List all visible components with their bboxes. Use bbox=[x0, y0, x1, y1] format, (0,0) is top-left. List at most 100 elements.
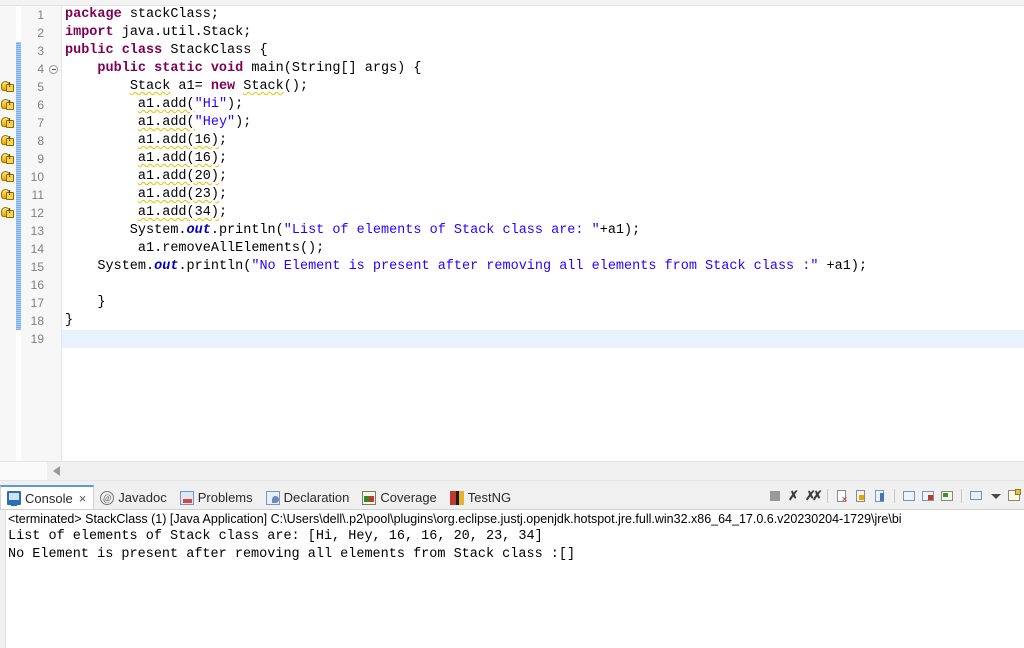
code-token: java.util.Stack; bbox=[121, 25, 252, 40]
tab-close-icon[interactable]: × bbox=[79, 491, 87, 506]
code-line[interactable]: System.out.println("No Element is presen… bbox=[62, 258, 1024, 276]
java-editor[interactable]: 12345678910111213141516171819 package st… bbox=[0, 0, 1024, 487]
line-number: 19 bbox=[30, 332, 44, 346]
scrollbar-track[interactable] bbox=[47, 462, 1024, 480]
code-line[interactable]: Stack a1= new Stack(); bbox=[62, 78, 1024, 96]
code-token: .println( bbox=[210, 223, 284, 238]
code-line[interactable]: System.out.println("List of elements of … bbox=[62, 222, 1024, 240]
new-console-view-button[interactable] bbox=[1006, 488, 1022, 504]
tab-console[interactable]: Console × bbox=[0, 485, 95, 509]
code-token: "No Element is present after removing al… bbox=[251, 259, 819, 274]
code-line[interactable]: public class StackClass { bbox=[62, 42, 1024, 60]
scroll-lock-button[interactable] bbox=[853, 488, 869, 504]
code-line[interactable]: package stackClass; bbox=[62, 6, 1024, 24]
tab-coverage[interactable]: Coverage bbox=[356, 486, 443, 509]
code-token: .println( bbox=[178, 259, 252, 274]
warning-marker-icon[interactable] bbox=[1, 170, 15, 184]
show-console-on-output-button[interactable] bbox=[920, 488, 936, 504]
code-token: ; bbox=[218, 187, 228, 202]
scroll-left-arrow-icon[interactable] bbox=[53, 466, 60, 476]
warning-marker-icon[interactable] bbox=[1, 98, 15, 112]
code-line[interactable]: a1.add(23); bbox=[62, 186, 1024, 204]
testng-icon bbox=[449, 490, 464, 505]
folding-ruler[interactable] bbox=[47, 6, 62, 461]
code-line[interactable] bbox=[62, 330, 1024, 348]
warning-marker-icon[interactable] bbox=[1, 134, 15, 148]
console-view: Console × @ Javadoc Problems Declaration Cover… bbox=[0, 484, 1024, 648]
line-number: 2 bbox=[37, 26, 44, 40]
line-number: 13 bbox=[30, 224, 44, 238]
code-token: +a1); bbox=[599, 223, 641, 238]
warning-marker-icon[interactable] bbox=[1, 116, 15, 130]
code-line[interactable]: a1.add(20); bbox=[62, 168, 1024, 186]
editor-horizontal-scrollbar[interactable] bbox=[0, 461, 1024, 480]
tab-label: Declaration bbox=[283, 490, 350, 505]
console-toolbar[interactable]: ✗ ✗✗ bbox=[767, 488, 1022, 504]
scrollbar-gutter-pad bbox=[0, 462, 47, 480]
clear-console-button[interactable] bbox=[834, 488, 850, 504]
code-token: StackClass { bbox=[170, 43, 268, 58]
code-token: new bbox=[210, 79, 244, 94]
console-icon bbox=[7, 491, 21, 506]
code-line[interactable]: a1.add(34); bbox=[62, 204, 1024, 222]
view-tab-bar[interactable]: Console × @ Javadoc Problems Declaration Cover… bbox=[0, 485, 1024, 509]
view-menu-button[interactable] bbox=[968, 488, 984, 504]
code-token: import bbox=[65, 25, 122, 40]
console-output-panel[interactable]: <terminated> StackClass (1) [Java Applic… bbox=[0, 509, 1024, 648]
tab-testng[interactable]: TestNG bbox=[444, 486, 518, 509]
tab-label: Problems bbox=[197, 490, 253, 505]
annotation-ruler[interactable] bbox=[0, 6, 16, 461]
view-menu-dropdown[interactable] bbox=[987, 488, 1003, 504]
editor-body[interactable]: 12345678910111213141516171819 package st… bbox=[0, 6, 1024, 461]
terminate-button[interactable] bbox=[767, 488, 783, 504]
code-token: a1.add(34) bbox=[137, 205, 219, 220]
code-line[interactable]: public static void main(String[] args) { bbox=[62, 60, 1024, 78]
remove-launch-button[interactable]: ✗ bbox=[786, 488, 802, 504]
code-token: public class bbox=[65, 43, 171, 58]
change-bar-ruler bbox=[16, 6, 21, 461]
declaration-icon bbox=[265, 490, 280, 505]
warning-marker-icon[interactable] bbox=[1, 206, 15, 220]
tab-declaration[interactable]: Declaration bbox=[260, 486, 357, 509]
line-number: 5 bbox=[37, 80, 44, 94]
code-line[interactable]: a1.add("Hey"); bbox=[62, 114, 1024, 132]
console-output-line: List of elements of Stack class are: [Hi… bbox=[8, 529, 543, 544]
code-line[interactable]: import java.util.Stack; bbox=[62, 24, 1024, 42]
tab-problems[interactable]: Problems bbox=[174, 486, 260, 509]
code-line[interactable]: } bbox=[62, 294, 1024, 312]
tab-javadoc[interactable]: @ Javadoc bbox=[94, 486, 173, 509]
code-token: out bbox=[154, 259, 179, 274]
code-line[interactable]: a1.removeAllElements(); bbox=[62, 240, 1024, 258]
code-line[interactable]: } bbox=[62, 312, 1024, 330]
view-tabs[interactable]: Console × @ Javadoc Problems Declaration Cover… bbox=[0, 485, 518, 509]
code-area[interactable]: package stackClass; import java.util.Stac… bbox=[62, 6, 1024, 461]
eclipse-ide-window: 12345678910111213141516171819 package st… bbox=[0, 0, 1024, 648]
console-output-line: No Element is present after removing all… bbox=[8, 547, 576, 562]
code-line[interactable]: a1.add(16); bbox=[62, 150, 1024, 168]
change-bar-segment bbox=[16, 42, 21, 330]
code-line[interactable] bbox=[62, 276, 1024, 294]
warning-marker-icon[interactable] bbox=[1, 80, 15, 94]
code-token: package bbox=[65, 7, 130, 22]
warning-marker-icon[interactable] bbox=[1, 152, 15, 166]
code-line[interactable]: a1.add("Hi"); bbox=[62, 96, 1024, 114]
remove-all-terminated-button[interactable]: ✗✗ bbox=[805, 488, 823, 504]
fold-collapse-icon[interactable] bbox=[47, 60, 61, 78]
open-console-button[interactable] bbox=[939, 488, 955, 504]
console-text-area[interactable]: <terminated> StackClass (1) [Java Applic… bbox=[6, 510, 1024, 648]
display-selected-console-button[interactable] bbox=[901, 488, 917, 504]
warning-marker-icon[interactable] bbox=[1, 188, 15, 202]
pin-console-button[interactable] bbox=[872, 488, 888, 504]
code-line[interactable]: a1.add(16); bbox=[62, 132, 1024, 150]
